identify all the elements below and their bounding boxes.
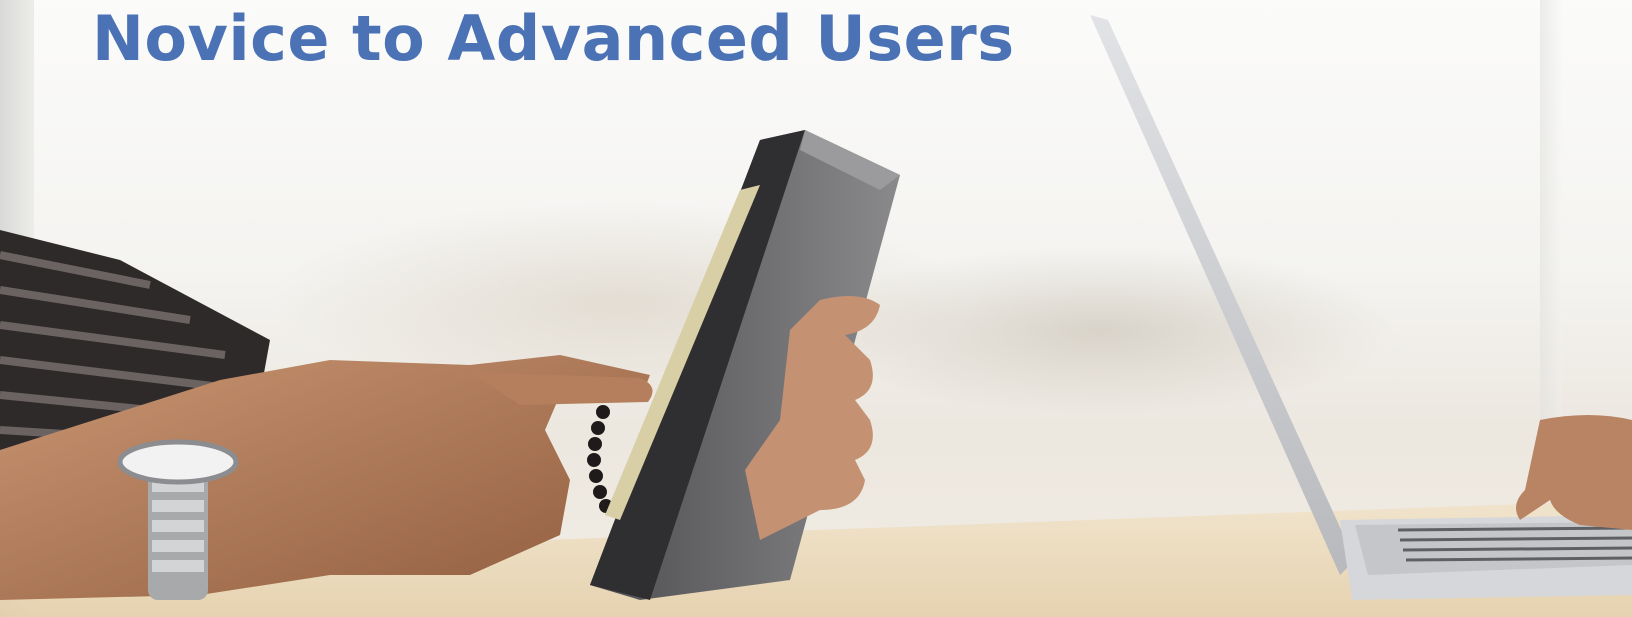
hero-headline: Novice to Advanced Users: [92, 2, 1015, 75]
hero-banner: Novice to Advanced Users: [0, 0, 1632, 617]
photo-scene: [0, 15, 1632, 617]
bracelet-icon: [587, 405, 613, 513]
